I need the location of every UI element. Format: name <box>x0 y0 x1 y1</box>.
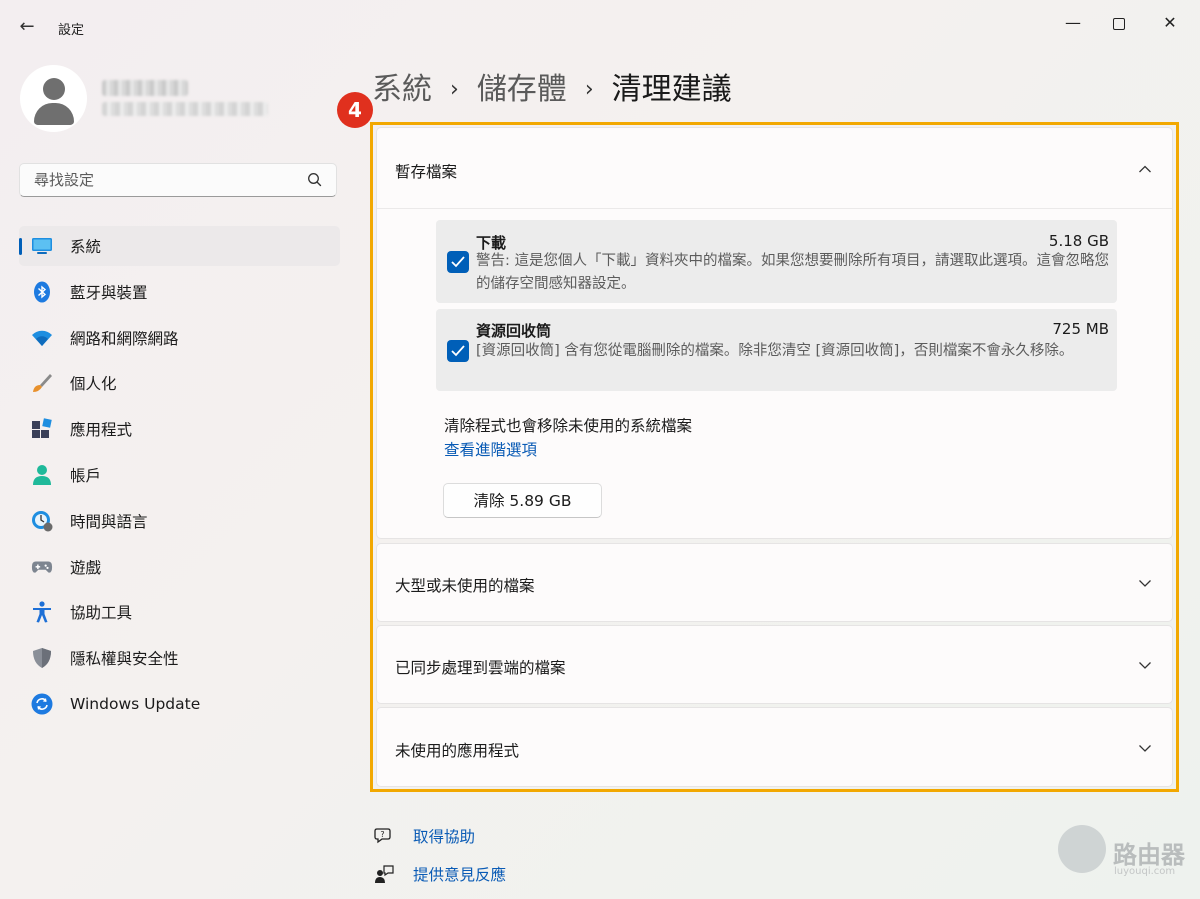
item-description: [資源回收筒] 含有您從電腦刪除的檔案。除非您清空 [資源回收筒]，否則檔案不會… <box>476 343 1074 359</box>
sidebar-item-label: 系統 <box>70 238 102 256</box>
sidebar-item-personalization[interactable]: 個人化 <box>19 363 340 403</box>
cleanup-note: 清除程式也會移除未使用的系統檔案 <box>444 417 693 435</box>
sidebar-item-bluetooth[interactable]: 藍牙與裝置 <box>19 272 340 312</box>
chevron-up-icon[interactable] <box>1138 162 1152 176</box>
chevron-down-icon[interactable] <box>1138 741 1152 755</box>
shield-icon <box>31 647 53 669</box>
router-logo-icon <box>1058 825 1106 873</box>
section-title: 已同步處理到雲端的檔案 <box>395 659 566 677</box>
help-icon: ? <box>374 828 391 844</box>
profile-email-redacted <box>102 102 268 116</box>
title-bar: ← 設定 — ✕ <box>0 0 1200 40</box>
sidebar-item-time-language[interactable]: 時間與語言 <box>19 501 340 541</box>
wifi-icon <box>31 327 53 349</box>
clean-button[interactable]: 清除 5.89 GB <box>443 483 602 518</box>
temp-files-section: 暫存檔案 下載 5.18 GB 警告: 這是您個人「下載」資料夾中的檔案。如果您… <box>376 127 1173 539</box>
maximize-button[interactable] <box>1096 8 1142 38</box>
chevron-down-icon[interactable] <box>1138 576 1152 590</box>
maximize-icon <box>1113 17 1125 30</box>
sidebar-item-label: 時間與語言 <box>70 512 148 531</box>
account-icon <box>31 464 53 486</box>
sidebar-item-label: 隱私權與安全性 <box>70 650 179 669</box>
sidebar-item-accounts[interactable]: 帳戶 <box>19 455 340 495</box>
get-help-link[interactable]: ? 取得協助 <box>374 825 475 847</box>
feedback-icon <box>375 865 394 883</box>
temp-files-header[interactable]: 暫存檔案 <box>377 128 1172 209</box>
sidebar-item-network[interactable]: 網路和網際網路 <box>19 318 340 358</box>
feedback-label: 提供意見反應 <box>413 866 507 884</box>
list-item: 資源回收筒 725 MB [資源回收筒] 含有您從電腦刪除的檔案。除非您清空 [… <box>436 309 1117 391</box>
page-title: 清理建議 <box>611 72 732 107</box>
sidebar-item-privacy[interactable]: 隱私權與安全性 <box>19 638 340 678</box>
list-item: 下載 5.18 GB 警告: 這是您個人「下載」資料夾中的檔案。如果您想要刪除所… <box>436 220 1117 303</box>
sidebar-item-label: 應用程式 <box>70 421 133 440</box>
section-title: 未使用的應用程式 <box>395 742 520 760</box>
app-title: 設定 <box>58 23 85 38</box>
downloads-checkbox[interactable] <box>447 251 469 273</box>
get-help-label: 取得協助 <box>413 828 476 846</box>
time-language-icon <box>31 510 53 532</box>
breadcrumb-system[interactable]: 系統 <box>372 72 432 107</box>
bluetooth-icon <box>31 281 53 303</box>
checkmark-icon <box>451 345 465 357</box>
watermark: 路由器 luyouqi.com <box>1058 815 1198 895</box>
close-button[interactable]: ✕ <box>1147 8 1193 38</box>
search-box[interactable] <box>19 163 337 197</box>
sidebar-item-label: 藍牙與裝置 <box>70 283 148 302</box>
avatar-head <box>43 78 65 100</box>
sidebar-item-label: 協助工具 <box>70 604 133 623</box>
svg-text:?: ? <box>380 830 384 839</box>
section-title: 大型或未使用的檔案 <box>395 577 535 595</box>
breadcrumb-separator: › <box>584 77 594 102</box>
advanced-options-link[interactable]: 查看進階選項 <box>444 438 537 460</box>
item-title: 資源回收筒 <box>476 322 552 340</box>
sidebar-item-accessibility[interactable]: 協助工具 <box>19 592 340 632</box>
sidebar-item-apps[interactable]: 應用程式 <box>19 409 340 449</box>
large-unused-files-section[interactable]: 大型或未使用的檔案 <box>376 543 1173 622</box>
breadcrumb: 系統 › 儲存體 › 清理建議 <box>372 64 732 108</box>
breadcrumb-separator: › <box>450 77 459 102</box>
windows-update-icon <box>31 693 53 715</box>
sidebar-item-label: 帳戶 <box>70 466 102 485</box>
sidebar-item-gaming[interactable]: 遊戲 <box>19 547 340 587</box>
search-icon[interactable] <box>306 171 324 189</box>
recycle-bin-checkbox[interactable] <box>447 340 469 362</box>
sidebar-item-windows-update[interactable]: Windows Update <box>19 684 340 724</box>
system-icon <box>31 235 53 257</box>
sidebar-item-system[interactable]: 系統 <box>19 226 340 266</box>
sidebar-nav: 系統 藍牙與裝置 網路和網際網路 個人化 應用程式 帳戶 時間與語言 遊戲 協助… <box>19 226 340 730</box>
apps-icon <box>31 418 53 440</box>
sidebar-item-label: 遊戲 <box>70 558 102 577</box>
sidebar-item-label: 網路和網際網路 <box>70 329 179 348</box>
unused-apps-section[interactable]: 未使用的應用程式 <box>376 707 1173 787</box>
step-badge: 4 <box>337 92 373 128</box>
sidebar-item-label: 個人化 <box>70 375 117 394</box>
feedback-link[interactable]: 提供意見反應 <box>374 863 506 885</box>
watermark-text: 路由器 <box>1113 841 1185 869</box>
brush-icon <box>31 372 53 394</box>
minimize-button[interactable]: — <box>1050 8 1096 38</box>
item-description: 警告: 這是您個人「下載」資料夾中的檔案。如果您想要刪除所有項目，請選取此選項。… <box>476 253 1109 292</box>
gamepad-icon <box>31 556 53 578</box>
item-size: 725 MB <box>1052 320 1109 338</box>
cloud-synced-files-section[interactable]: 已同步處理到雲端的檔案 <box>376 625 1173 704</box>
chevron-down-icon[interactable] <box>1138 658 1152 672</box>
sidebar-item-label: Windows Update <box>70 694 201 713</box>
avatar-body <box>34 103 74 125</box>
accessibility-icon <box>31 601 53 623</box>
breadcrumb-storage[interactable]: 儲存體 <box>477 72 567 107</box>
back-arrow-icon[interactable]: ← <box>14 14 40 40</box>
watermark-subtext: luyouqi.com <box>1114 866 1176 877</box>
avatar[interactable] <box>20 65 87 132</box>
search-input[interactable] <box>32 170 306 190</box>
profile-name-redacted <box>102 80 188 96</box>
item-size: 5.18 GB <box>1048 232 1109 250</box>
checkmark-icon <box>451 256 465 268</box>
temp-files-title: 暫存檔案 <box>395 163 458 181</box>
